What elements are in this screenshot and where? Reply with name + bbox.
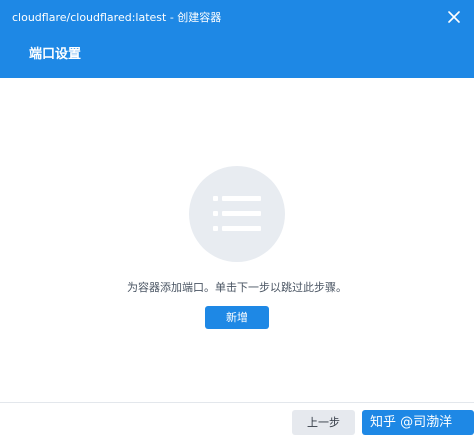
window-title: cloudflare/cloudflared:latest - 创建容器 xyxy=(12,11,222,24)
previous-step-button[interactable]: 上一步 xyxy=(292,410,355,435)
empty-state-message: 为容器添加端口。单击下一步以跳过此步骤。 xyxy=(127,281,347,294)
footer-divider xyxy=(0,402,474,403)
empty-state-illustration xyxy=(189,166,285,262)
close-icon xyxy=(448,11,460,23)
list-icon xyxy=(213,196,261,231)
watermark: 知乎 @司渤洋 xyxy=(370,415,453,430)
close-button[interactable] xyxy=(443,6,465,28)
add-port-button[interactable]: 新增 xyxy=(205,306,269,329)
step-title: 端口设置 xyxy=(29,47,82,62)
create-container-dialog: cloudflare/cloudflared:latest - 创建容器 端口设… xyxy=(0,0,474,442)
dialog-header: cloudflare/cloudflared:latest - 创建容器 端口设… xyxy=(0,0,474,78)
